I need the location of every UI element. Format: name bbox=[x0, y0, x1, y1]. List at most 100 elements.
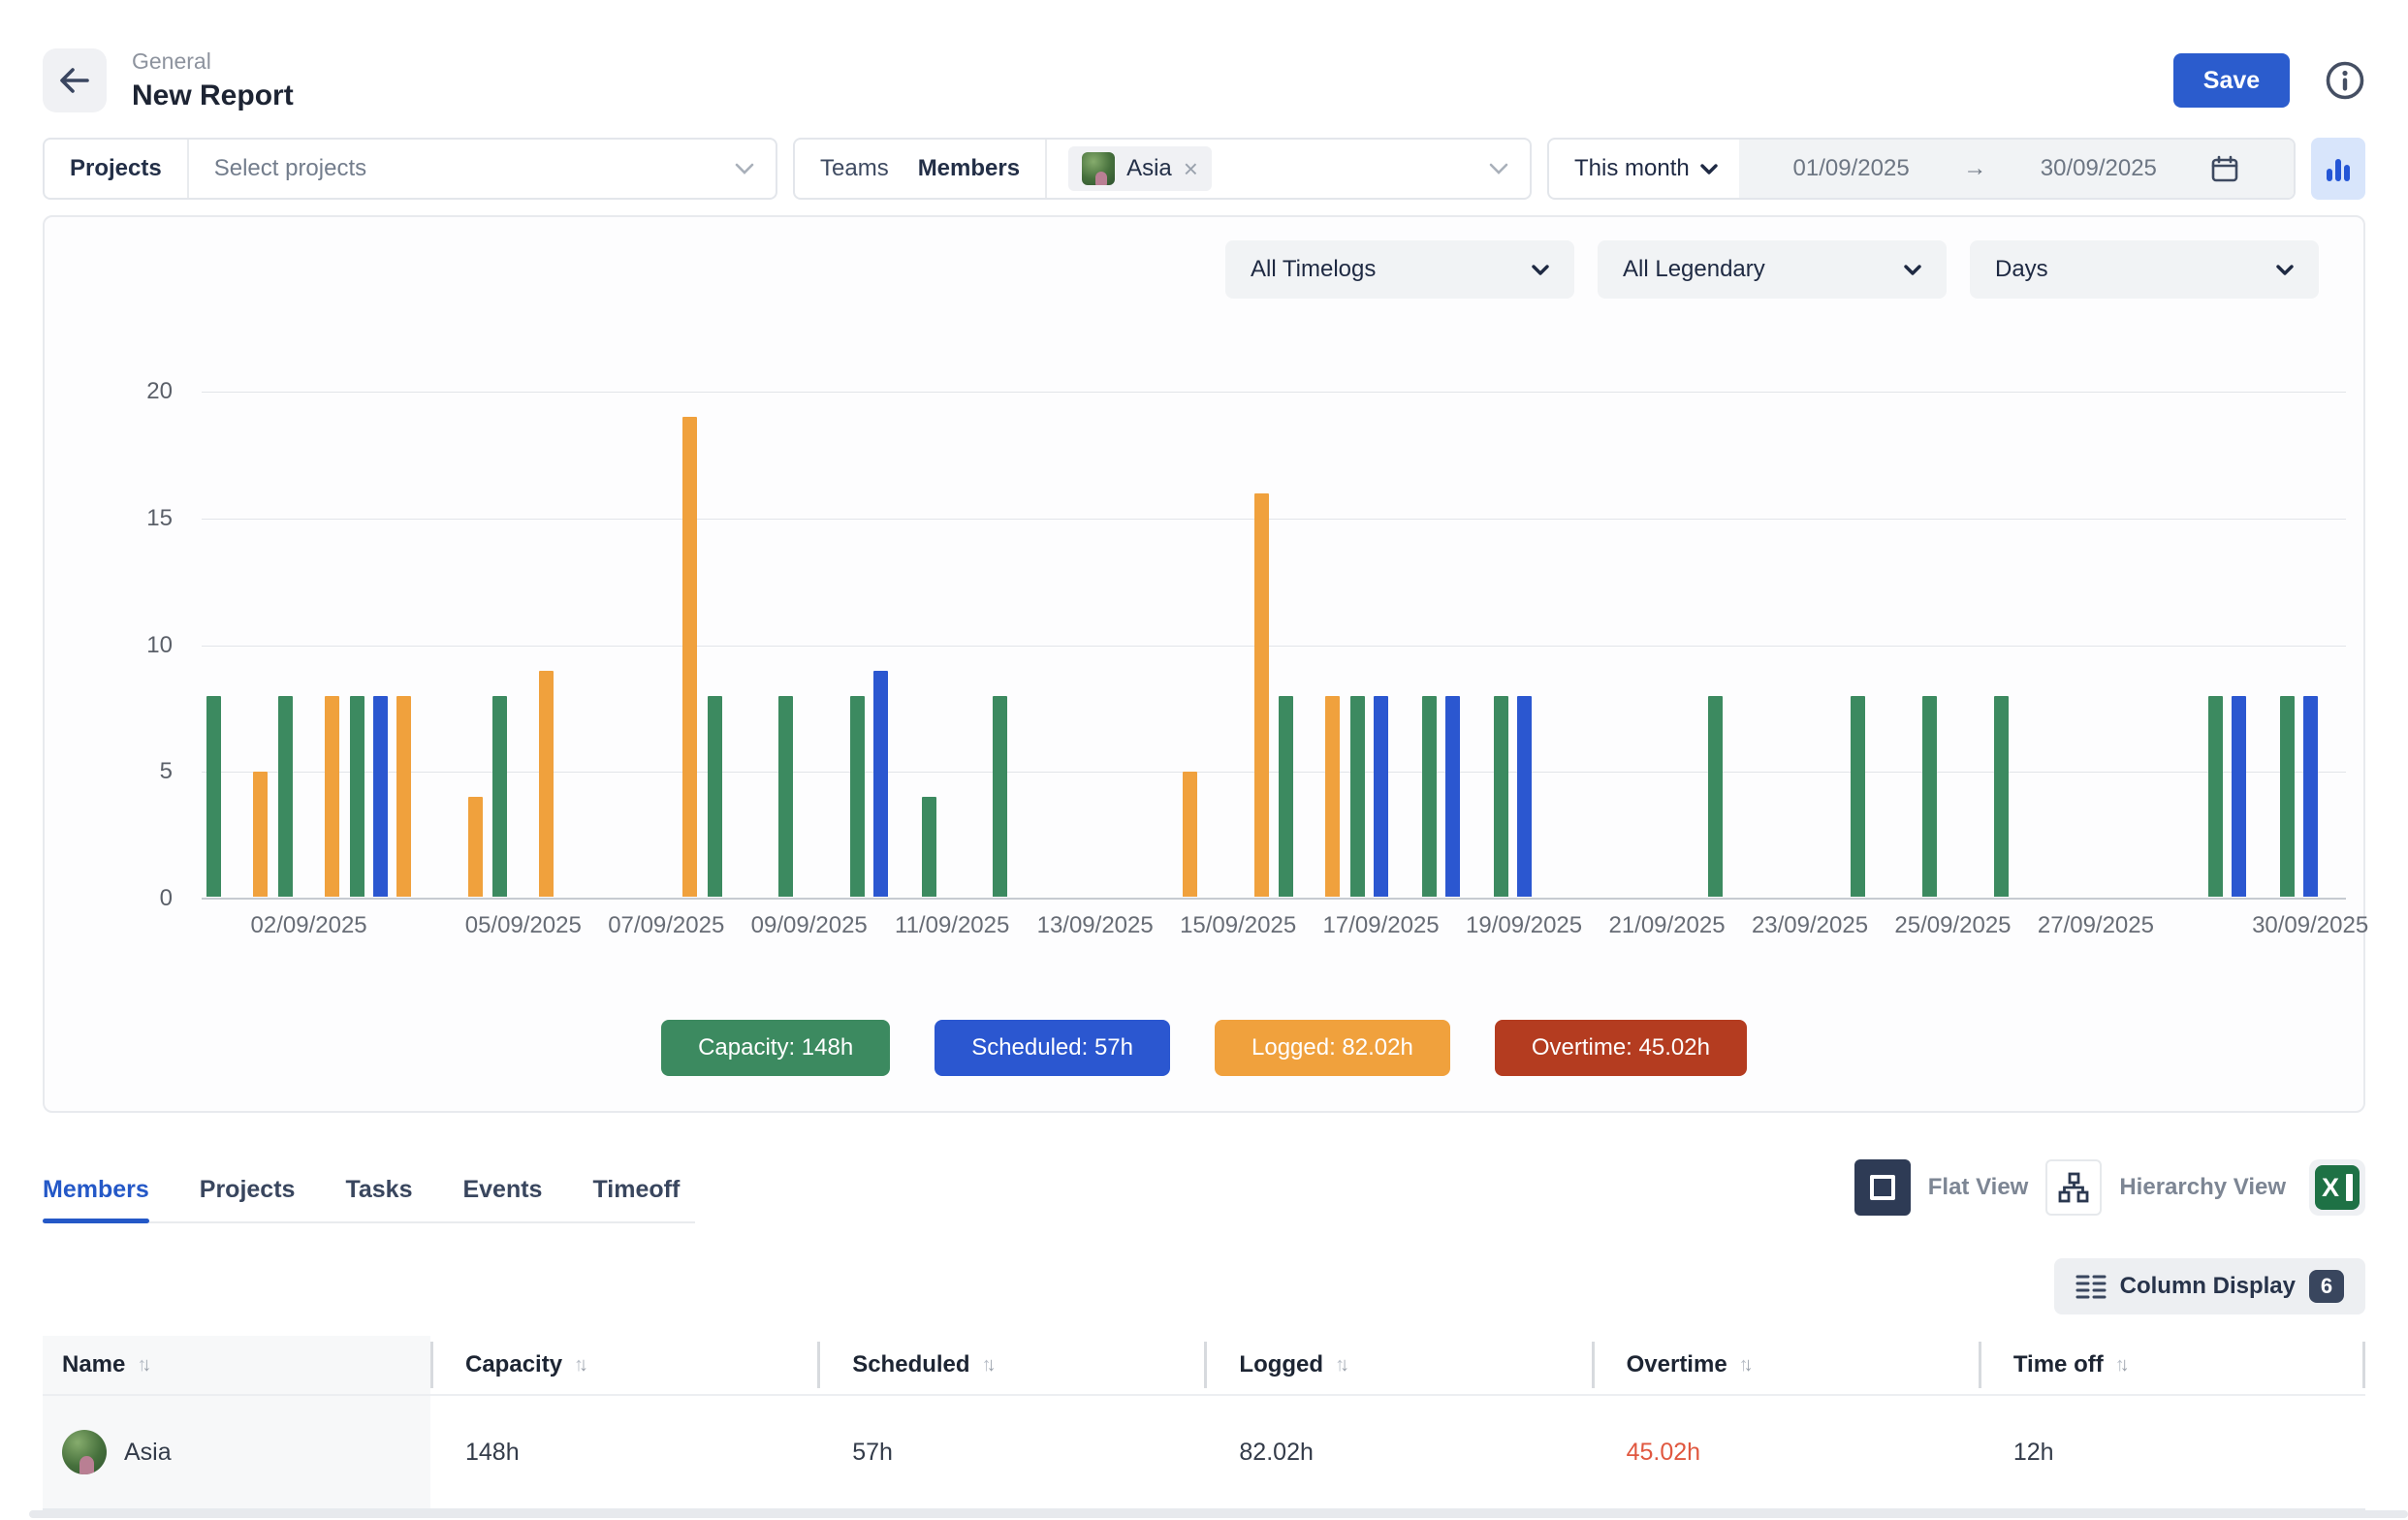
end-date[interactable]: 30/09/2025 bbox=[2041, 155, 2157, 182]
column-display-label: Column Display bbox=[2120, 1273, 2296, 1300]
legendary-dropdown-label: All Legendary bbox=[1623, 256, 1765, 283]
x-axis-tick: 25/09/2025 bbox=[1894, 912, 2011, 939]
chart-card: All Timelogs All Legendary Days 05101520… bbox=[43, 215, 2365, 1113]
column-label: Name bbox=[62, 1351, 125, 1378]
date-range-field[interactable]: 01/09/2025 → 30/09/2025 bbox=[1739, 140, 2294, 198]
x-axis-tick: 30/09/2025 bbox=[2252, 912, 2368, 939]
x-axis-tick: 21/09/2025 bbox=[1608, 912, 1725, 939]
bar-logged-01/09/2025 bbox=[253, 772, 268, 897]
bar-capacity-16/09/2025 bbox=[1279, 696, 1293, 897]
tab-members[interactable]: Members bbox=[43, 1176, 149, 1221]
cell-overtime: 45.02h bbox=[1592, 1396, 1979, 1508]
back-button[interactable] bbox=[43, 48, 107, 112]
bar-capacity-09/09/2025 bbox=[778, 696, 793, 897]
table-row[interactable]: Asia 148h 57h 82.02h 45.02h 12h bbox=[43, 1394, 2365, 1510]
bar-capacity-11/09/2025 bbox=[922, 797, 936, 897]
tab-projects[interactable]: Projects bbox=[200, 1176, 296, 1221]
save-button[interactable]: Save bbox=[2173, 53, 2290, 108]
avatar bbox=[62, 1430, 107, 1474]
chart-legend: Capacity: 148h Scheduled: 57h Logged: 82.0… bbox=[45, 1020, 2363, 1076]
column-header-overtime[interactable]: Overtime↑↓ bbox=[1592, 1336, 1979, 1394]
gridline-10 bbox=[202, 646, 2346, 647]
member-chip-asia[interactable]: Asia × bbox=[1068, 146, 1212, 191]
legend-logged-button[interactable]: Logged: 82.02h bbox=[1215, 1020, 1450, 1076]
bar-capacity-29/09/2025 bbox=[2208, 696, 2223, 897]
chevron-down-icon bbox=[2276, 265, 2294, 275]
horizontal-scrollbar[interactable] bbox=[29, 1510, 2408, 1518]
bar-capacity-12/09/2025 bbox=[993, 696, 1007, 897]
column-display-button[interactable]: Column Display 6 bbox=[2054, 1258, 2365, 1314]
period-select: This month 01/09/2025 → 30/09/2025 bbox=[1547, 138, 2296, 200]
start-date[interactable]: 01/09/2025 bbox=[1793, 155, 1910, 182]
calendar-icon[interactable] bbox=[2210, 154, 2239, 183]
bar-capacity-30/09/2025 bbox=[2280, 696, 2295, 897]
bar-capacity-03/09/2025 bbox=[350, 696, 364, 897]
legendary-dropdown[interactable]: All Legendary bbox=[1598, 240, 1947, 299]
sort-icon[interactable]: ↑↓ bbox=[137, 1354, 146, 1377]
unit-dropdown[interactable]: Days bbox=[1970, 240, 2319, 299]
bar-capacity-18/09/2025 bbox=[1422, 696, 1437, 897]
flat-view-icon bbox=[1870, 1175, 1895, 1200]
column-header-logged[interactable]: Logged↑↓ bbox=[1204, 1336, 1591, 1394]
cell-name: Asia bbox=[43, 1396, 430, 1508]
bar-capacity-24/09/2025 bbox=[1851, 696, 1865, 897]
teams-toggle[interactable]: Teams bbox=[795, 155, 889, 182]
arrow-left-icon bbox=[58, 66, 91, 95]
flat-view-button[interactable] bbox=[1854, 1159, 1911, 1216]
member-name: Asia bbox=[124, 1439, 172, 1467]
members-toggle[interactable]: Members bbox=[889, 155, 1020, 182]
sort-icon[interactable]: ↑↓ bbox=[2115, 1354, 2125, 1377]
bar-capacity-05/09/2025 bbox=[492, 696, 507, 897]
timelogs-dropdown[interactable]: All Timelogs bbox=[1225, 240, 1574, 299]
y-axis-tick: 0 bbox=[109, 885, 173, 912]
page-title: New Report bbox=[132, 79, 294, 112]
period-preset-dropdown[interactable]: This month bbox=[1549, 140, 1739, 198]
gridline-15 bbox=[202, 519, 2346, 520]
report-page: General New Report Save Projects Select … bbox=[0, 0, 2408, 1520]
column-label: Capacity bbox=[465, 1351, 562, 1378]
chevron-down-icon bbox=[1904, 265, 1921, 275]
tab-timeoff[interactable]: Timeoff bbox=[592, 1176, 680, 1221]
chart-view-button[interactable] bbox=[2311, 138, 2365, 200]
breadcrumb: General bbox=[132, 48, 294, 75]
column-label: Time off bbox=[2013, 1351, 2104, 1378]
tab-events[interactable]: Events bbox=[462, 1176, 542, 1221]
column-header-capacity[interactable]: Capacity ↑↓ bbox=[430, 1336, 817, 1394]
legend-overtime-button[interactable]: Overtime: 45.02h bbox=[1495, 1020, 1747, 1076]
x-axis-tick: 11/09/2025 bbox=[895, 912, 1009, 939]
legend-scheduled-button[interactable]: Scheduled: 57h bbox=[935, 1020, 1170, 1076]
unit-dropdown-label: Days bbox=[1995, 256, 2048, 283]
flat-view-label: Flat View bbox=[1928, 1174, 2029, 1201]
chevron-down-icon bbox=[1532, 265, 1549, 275]
remove-member-icon[interactable]: × bbox=[1184, 156, 1198, 181]
hierarchy-view-button[interactable] bbox=[2045, 1159, 2102, 1216]
legend-capacity-button[interactable]: Capacity: 148h bbox=[661, 1020, 890, 1076]
excel-icon: X bbox=[2315, 1165, 2360, 1210]
excel-export-button[interactable]: X bbox=[2309, 1159, 2365, 1216]
sort-icon[interactable]: ↑↓ bbox=[574, 1354, 584, 1377]
cell-logged: 82.02h bbox=[1204, 1396, 1591, 1508]
chevron-down-icon bbox=[735, 163, 754, 174]
column-count-badge: 6 bbox=[2309, 1270, 2344, 1303]
projects-select[interactable]: Projects Select projects bbox=[43, 138, 777, 200]
sort-icon[interactable]: ↑↓ bbox=[982, 1354, 992, 1377]
bar-scheduled-29/09/2025 bbox=[2232, 696, 2246, 897]
cell-capacity: 148h bbox=[430, 1396, 817, 1508]
x-axis-tick: 27/09/2025 bbox=[2038, 912, 2154, 939]
bar-logged-05/09/2025 bbox=[539, 671, 554, 897]
sort-icon[interactable]: ↑↓ bbox=[1335, 1354, 1345, 1377]
members-select[interactable]: Teams Members Asia × bbox=[793, 138, 1532, 200]
bar-capacity-22/09/2025 bbox=[1708, 696, 1723, 897]
bar-chart-icon bbox=[2323, 153, 2354, 184]
chart-filter-row: All Timelogs All Legendary Days bbox=[45, 240, 2363, 299]
member-avatar bbox=[1082, 152, 1115, 185]
sort-icon[interactable]: ↑↓ bbox=[1739, 1354, 1749, 1377]
column-header-time-off[interactable]: Time off ↑↓ bbox=[1979, 1336, 2365, 1394]
column-header-scheduled[interactable]: Scheduled↑↓ bbox=[817, 1336, 1204, 1394]
info-icon[interactable] bbox=[2325, 60, 2365, 101]
column-header-name[interactable]: Name ↑↓ bbox=[43, 1336, 430, 1394]
filter-bar: Projects Select projects Teams Members A… bbox=[43, 138, 2365, 200]
bar-capacity-08/09/2025 bbox=[708, 696, 722, 897]
tab-tasks[interactable]: Tasks bbox=[345, 1176, 412, 1221]
plot-area: 0510152002/09/202505/09/202507/09/202509… bbox=[202, 392, 2346, 899]
